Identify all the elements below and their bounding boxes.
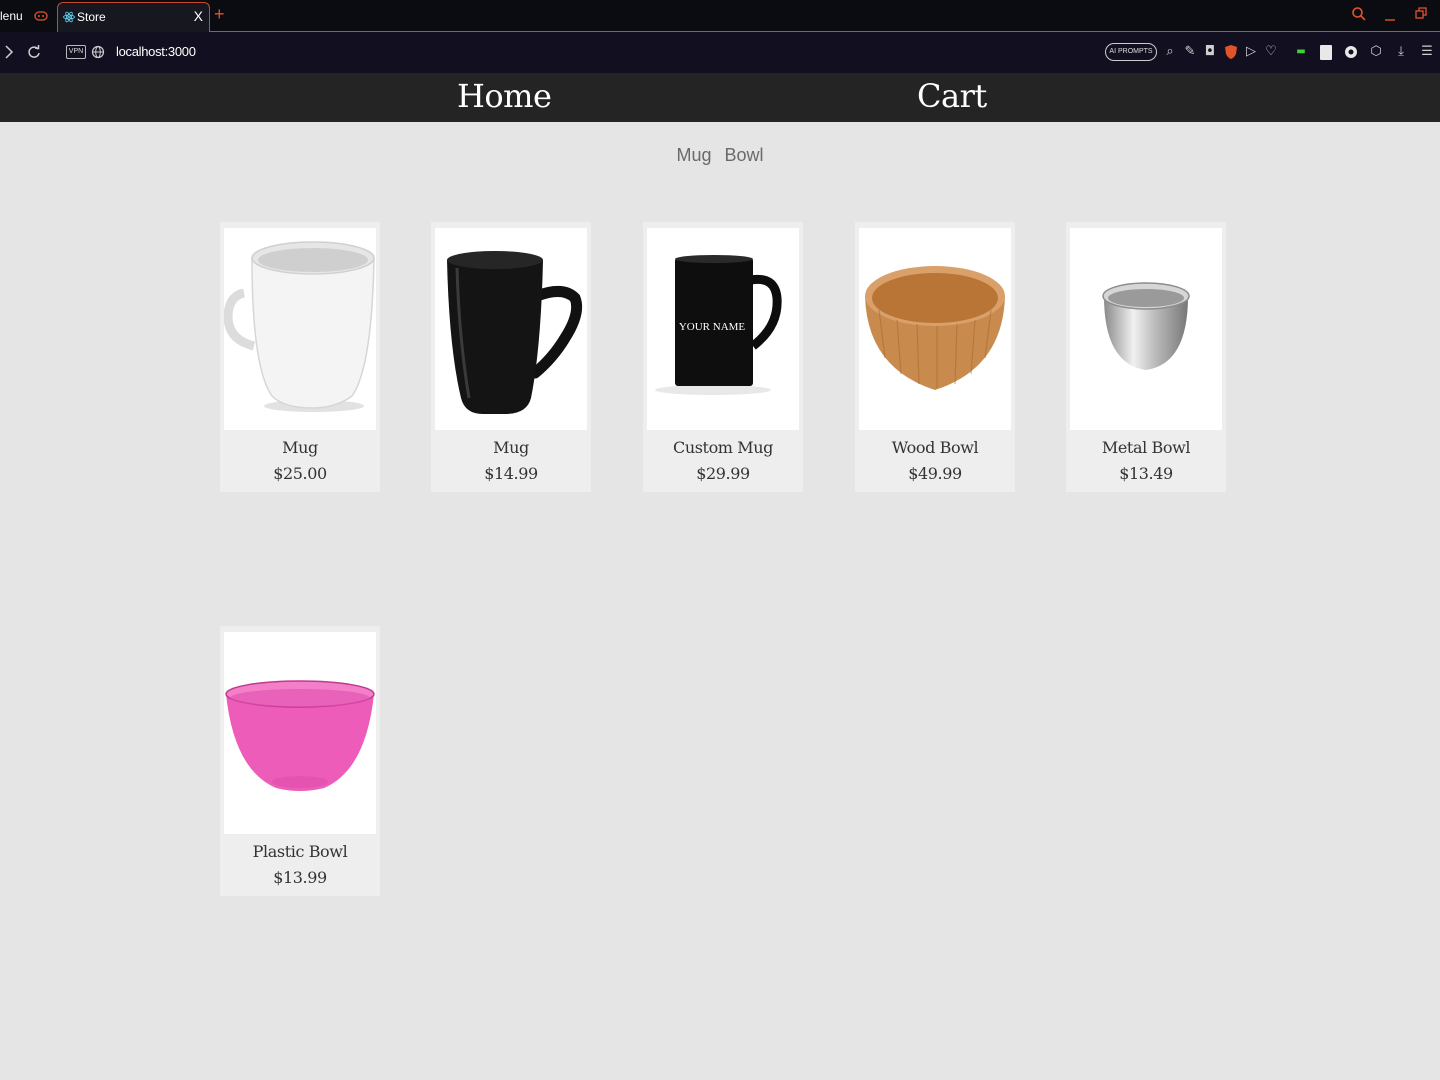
magnify-icon[interactable]: ⌕ bbox=[1161, 42, 1179, 62]
restore-icon[interactable] bbox=[1415, 6, 1427, 22]
browser-address-bar: VPN localhost:3000 AI PROMPTS ⌕ ✎ ◘ ▷ ♡ … bbox=[0, 32, 1440, 73]
product-price: $49.99 bbox=[908, 464, 962, 483]
edit-icon[interactable]: ✎ bbox=[1181, 42, 1199, 62]
product-name: Mug bbox=[493, 438, 529, 457]
product-image-custom-mug[interactable]: YOUR NAME bbox=[647, 228, 799, 430]
extension-icon[interactable]: ▬ bbox=[1292, 42, 1310, 62]
nav-cart-link[interactable]: Cart bbox=[917, 77, 987, 115]
filter-bowl[interactable]: Bowl bbox=[725, 145, 764, 165]
download-icon[interactable]: ⤓ bbox=[1392, 42, 1410, 62]
product-card[interactable]: Plastic Bowl $13.99 bbox=[220, 626, 380, 896]
product-card[interactable]: Mug $14.99 bbox=[431, 222, 591, 492]
product-image-black-mug[interactable] bbox=[435, 228, 587, 430]
previous-tab[interactable]: lenu bbox=[0, 6, 48, 26]
react-icon bbox=[63, 11, 75, 23]
product-name: Metal Bowl bbox=[1101, 438, 1191, 457]
forward-icon[interactable] bbox=[4, 44, 14, 60]
cube-icon[interactable]: ⬡ bbox=[1367, 42, 1385, 62]
new-tab-button[interactable]: + bbox=[214, 4, 225, 25]
product-price: $14.99 bbox=[484, 464, 538, 483]
site-navbar: Home Cart bbox=[0, 73, 1440, 122]
reload-icon[interactable] bbox=[27, 44, 41, 60]
product-price: $13.99 bbox=[273, 868, 327, 887]
product-name: Plastic Bowl bbox=[252, 842, 348, 861]
previous-tab-label: lenu bbox=[0, 9, 23, 23]
product-price: $29.99 bbox=[696, 464, 750, 483]
globe-icon[interactable] bbox=[91, 44, 105, 60]
nav-home-link[interactable]: Home bbox=[457, 77, 552, 115]
vpn-badge[interactable]: VPN bbox=[66, 45, 86, 59]
ai-prompts-button[interactable]: AI PROMPTS bbox=[1105, 43, 1157, 61]
category-filters: Mug Bowl bbox=[0, 145, 1440, 166]
product-image-plastic-bowl[interactable] bbox=[224, 632, 376, 834]
product-card[interactable]: YOUR NAME Custom Mug $29.99 bbox=[643, 222, 803, 492]
tab-store[interactable]: Store X bbox=[57, 2, 210, 32]
product-price: $25.00 bbox=[273, 464, 327, 483]
camera-icon[interactable]: ◘ bbox=[1201, 42, 1219, 62]
search-icon[interactable] bbox=[1351, 6, 1367, 22]
minimize-icon[interactable] bbox=[1384, 6, 1396, 22]
product-name: Mug bbox=[282, 438, 318, 457]
product-price: $13.49 bbox=[1119, 464, 1173, 483]
url-input[interactable]: localhost:3000 bbox=[116, 44, 196, 59]
puzzle-icon[interactable] bbox=[1342, 42, 1360, 62]
gamepad-icon bbox=[34, 11, 48, 21]
menu-icon[interactable]: ☰ bbox=[1418, 42, 1436, 62]
filter-mug[interactable]: Mug bbox=[676, 145, 711, 165]
product-name: Custom Mug bbox=[672, 438, 773, 457]
tab-close-button[interactable]: X bbox=[194, 8, 203, 24]
product-card[interactable]: Mug $25.00 bbox=[220, 222, 380, 492]
product-image-white-mug[interactable] bbox=[224, 228, 376, 430]
play-icon[interactable]: ▷ bbox=[1242, 42, 1260, 62]
heart-icon[interactable]: ♡ bbox=[1262, 42, 1280, 62]
document-icon[interactable] bbox=[1317, 42, 1335, 62]
product-image-wood-bowl[interactable] bbox=[859, 228, 1011, 430]
product-card[interactable]: Wood Bowl $49.99 bbox=[855, 222, 1015, 492]
tab-title: Store bbox=[77, 10, 106, 24]
product-image-metal-bowl[interactable] bbox=[1070, 228, 1222, 430]
product-name: Wood Bowl bbox=[891, 438, 979, 457]
product-card[interactable]: Metal Bowl $13.49 bbox=[1066, 222, 1226, 492]
browser-tab-bar: lenu Store X + bbox=[0, 0, 1440, 32]
custom-mug-text: YOUR NAME bbox=[679, 321, 746, 333]
shield-icon[interactable] bbox=[1222, 42, 1240, 62]
